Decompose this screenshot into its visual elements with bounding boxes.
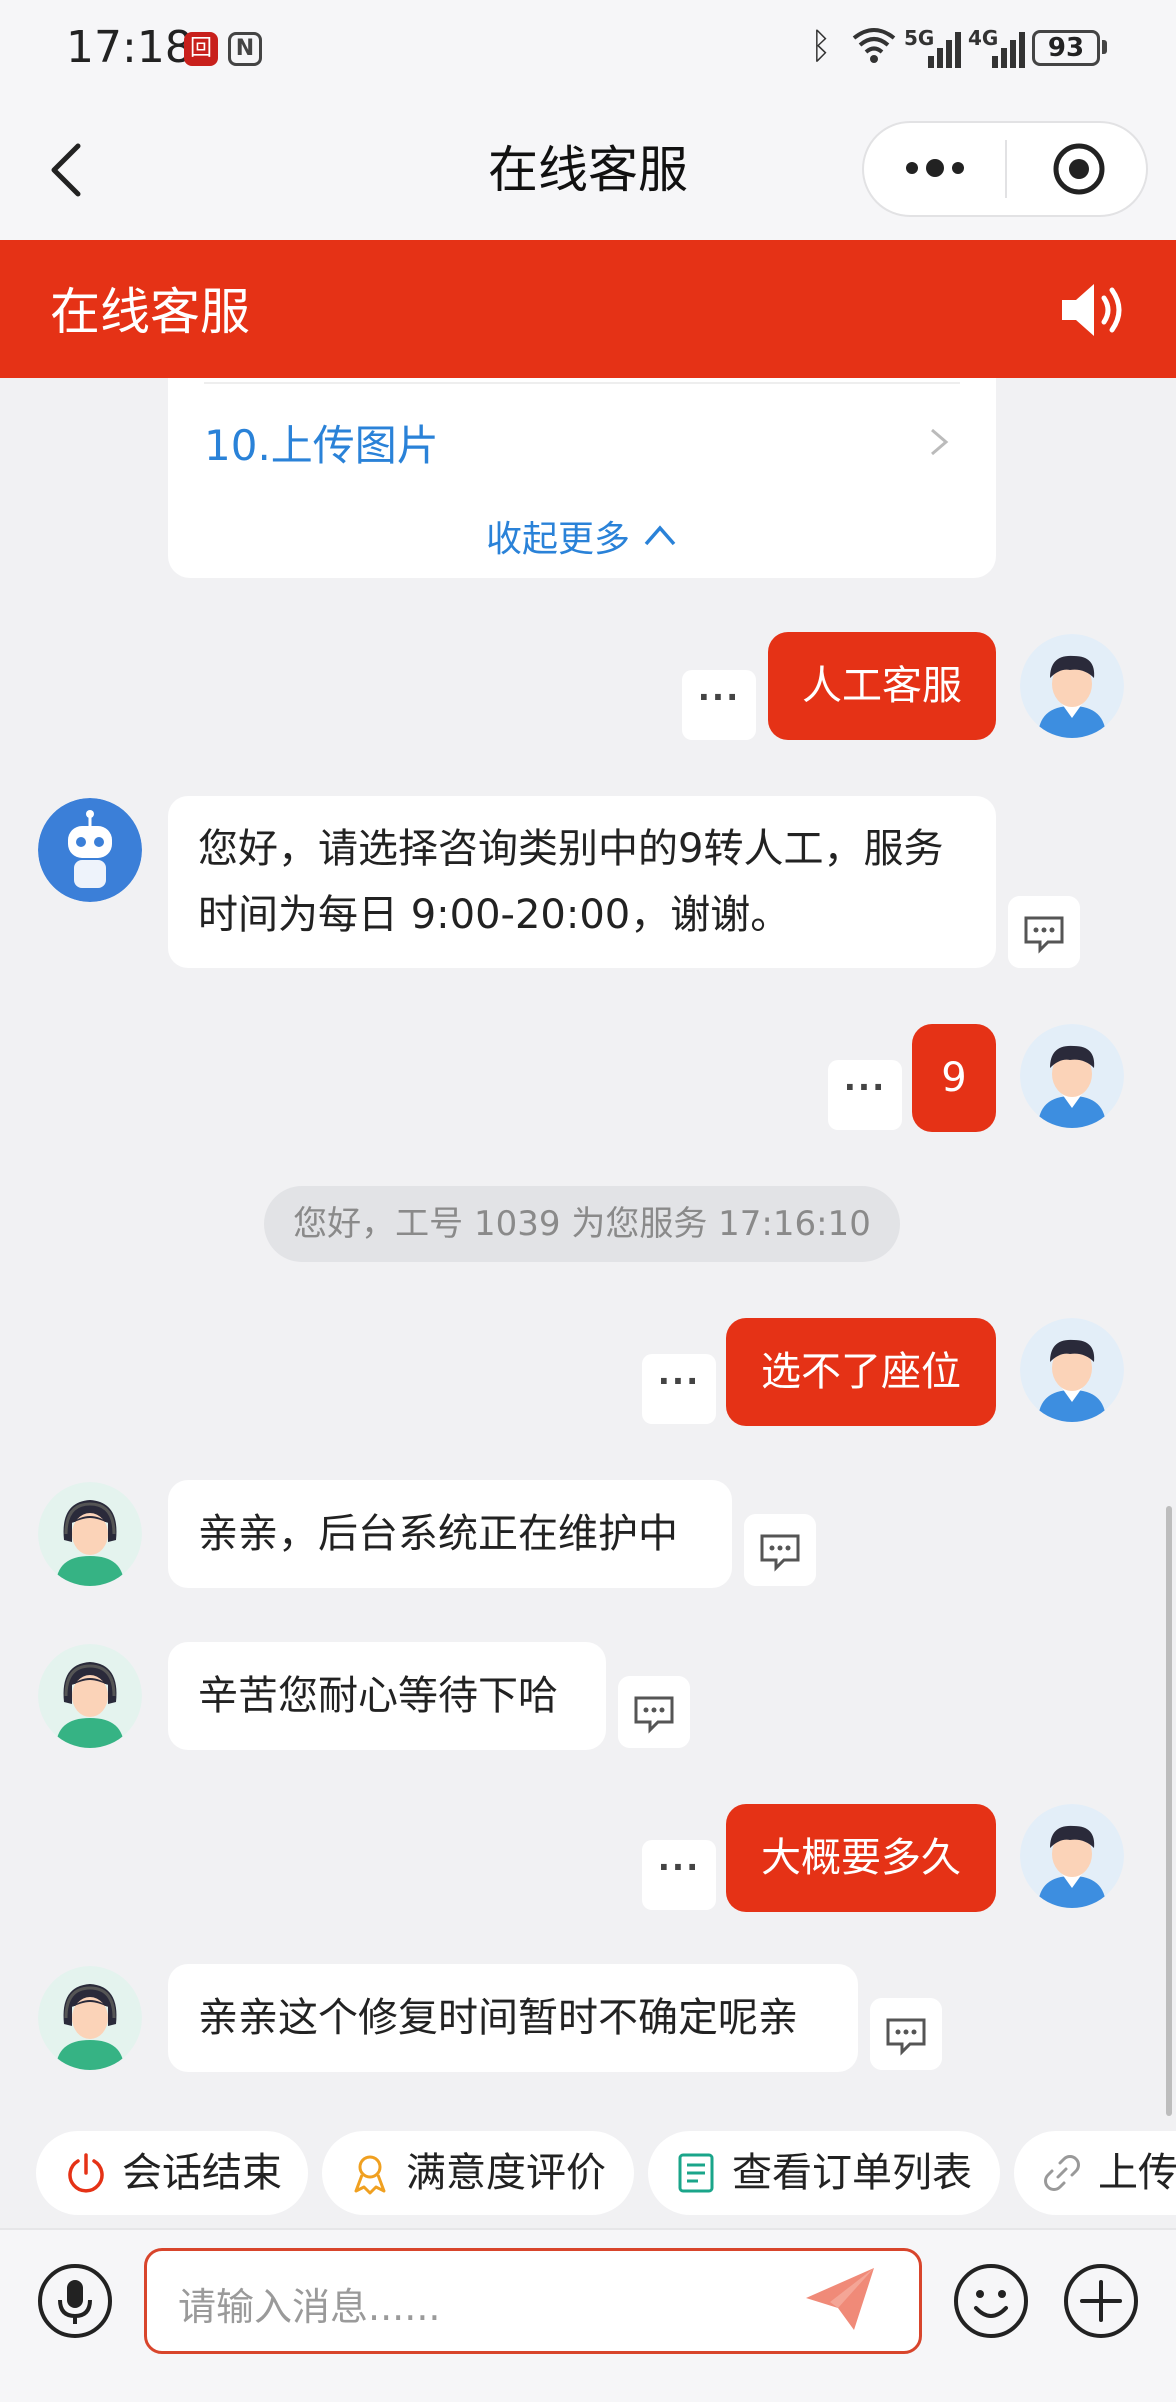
- end-session-chip[interactable]: 会话结束: [36, 2131, 308, 2215]
- user-avatar: [1020, 1318, 1124, 1422]
- user-message: 人工客服: [768, 632, 996, 740]
- status-time: 17:18: [66, 22, 193, 73]
- capsule-divider: [1005, 140, 1007, 198]
- chat-bubble-icon[interactable]: [1008, 896, 1080, 968]
- agent-avatar: [38, 1966, 142, 2070]
- link-icon: [1044, 2155, 1080, 2191]
- agent-message: 辛苦您耐心等待下哈: [168, 1642, 606, 1750]
- chip-label: 上传: [1098, 2150, 1176, 2196]
- message-options-button[interactable]: ···: [828, 1060, 902, 1130]
- chat-bubble-icon[interactable]: [744, 1514, 816, 1586]
- agent-message: 您好，请选择咨询类别中的9转人工，服务时间为每日 9:00-20:00，谢谢。: [168, 796, 996, 968]
- nfc-icon: N: [228, 32, 262, 66]
- battery-indicator: 93: [1032, 30, 1100, 66]
- emoji-icon[interactable]: [952, 2262, 1030, 2340]
- rating-icon: [354, 2155, 386, 2195]
- upload-chip[interactable]: 上传: [1014, 2131, 1176, 2215]
- bank-app-icon: 回: [184, 32, 218, 66]
- signal-4g-icon: [992, 32, 1025, 68]
- signal-5g-icon: [928, 32, 961, 68]
- speaker-icon[interactable]: [1058, 278, 1126, 342]
- agent-message: 亲亲，后台系统正在维护中: [168, 1480, 732, 1588]
- power-icon: [68, 2153, 104, 2193]
- chat-bubble-icon[interactable]: [870, 1998, 942, 2070]
- order-list-icon: [678, 2153, 714, 2193]
- send-icon[interactable]: [800, 2262, 880, 2336]
- chip-label: 会话结束: [122, 2150, 282, 2196]
- message-options-button[interactable]: ···: [682, 670, 756, 740]
- message-options-button[interactable]: ···: [642, 1354, 716, 1424]
- user-message: 大概要多久: [726, 1804, 996, 1912]
- battery-tip: [1102, 40, 1107, 54]
- user-avatar: [1020, 1024, 1124, 1128]
- more-options-icon[interactable]: [900, 148, 970, 188]
- wifi-icon: [852, 28, 896, 63]
- user-message: 选不了座位: [726, 1318, 996, 1426]
- user-avatar: [1020, 1804, 1124, 1908]
- collapse-more-link[interactable]: 收起更多: [486, 510, 630, 562]
- menu-divider: [204, 382, 960, 384]
- chip-label: 查看订单列表: [732, 2150, 972, 2196]
- agent-avatar: [38, 1482, 142, 1586]
- microphone-icon[interactable]: [36, 2262, 114, 2340]
- chat-header-title: 在线客服: [50, 283, 250, 341]
- system-notice: 您好，工号 1039 为您服务 17:16:10: [264, 1186, 900, 1262]
- satisfaction-rating-chip[interactable]: 满意度评价: [322, 2131, 634, 2215]
- chevron-up-icon: [644, 525, 676, 546]
- robot-avatar: [38, 798, 142, 902]
- view-order-list-chip[interactable]: 查看订单列表: [648, 2131, 1000, 2215]
- agent-message: 亲亲这个修复时间暂时不确定呢亲: [168, 1964, 858, 2072]
- message-options-button[interactable]: ···: [642, 1840, 716, 1910]
- close-mini-program-icon[interactable]: [1052, 142, 1106, 196]
- bluetooth-icon: ᛒ: [810, 26, 832, 67]
- chevron-right-icon: [931, 428, 949, 456]
- user-message: 9: [912, 1024, 996, 1132]
- agent-avatar: [38, 1644, 142, 1748]
- chat-bubble-icon[interactable]: [618, 1676, 690, 1748]
- menu-item-upload-image[interactable]: 10.上传图片: [204, 412, 439, 473]
- chip-label: 满意度评价: [406, 2150, 606, 2196]
- user-avatar: [1020, 634, 1124, 738]
- message-input-placeholder: 请输入消息......: [178, 2285, 441, 2329]
- plus-icon[interactable]: [1062, 2262, 1140, 2340]
- chat-scrollbar[interactable]: [1166, 1506, 1172, 2116]
